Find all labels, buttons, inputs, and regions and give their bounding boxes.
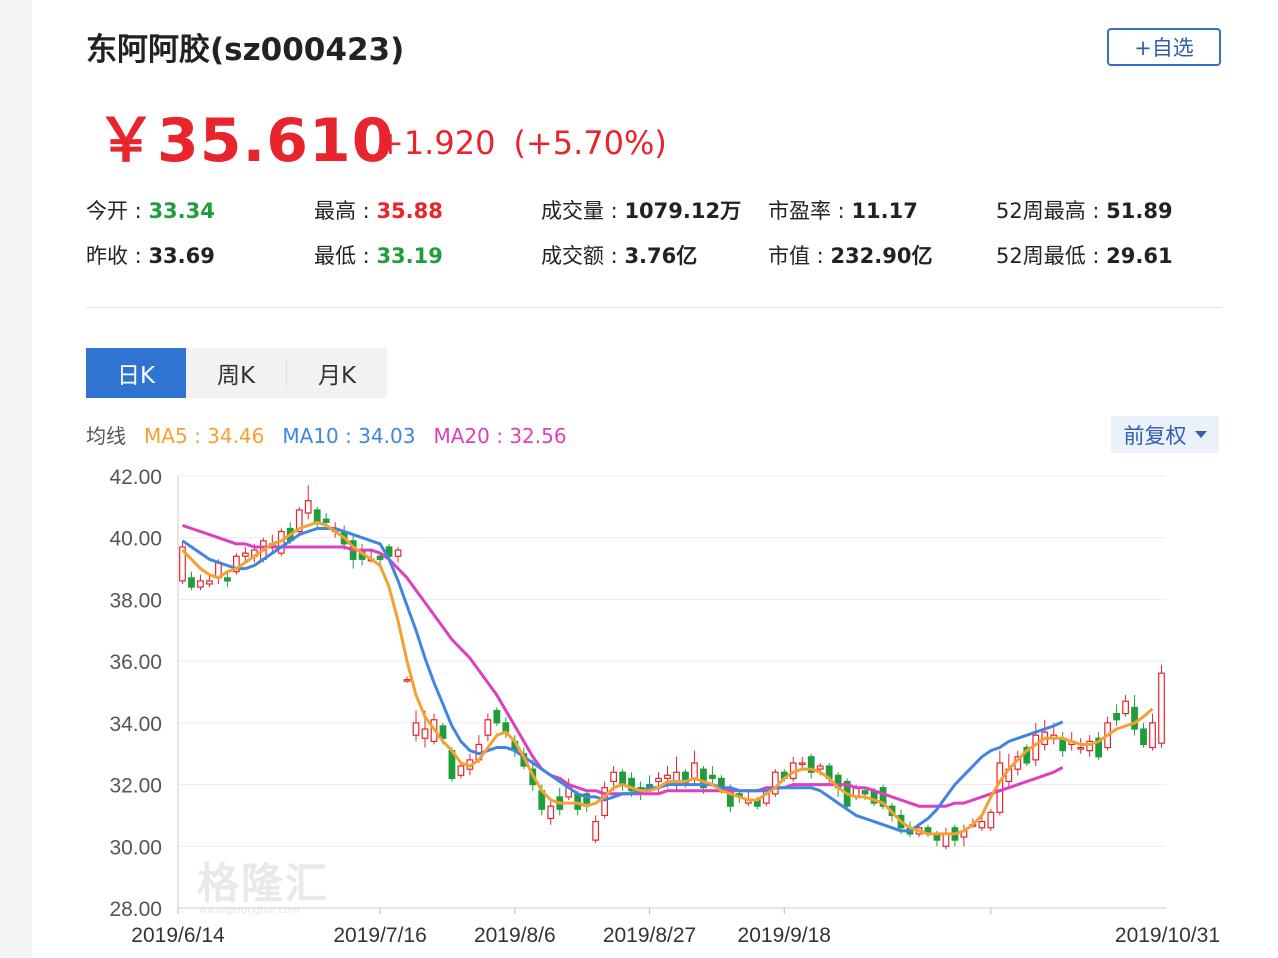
candle-body: [241, 552, 249, 557]
candle-body: [655, 777, 662, 783]
candle-body: [798, 762, 806, 766]
y-tick-label: 36.00: [109, 651, 162, 674]
candle-body: [1149, 722, 1156, 749]
candle-body: [709, 774, 716, 779]
y-tick-label: 34.00: [109, 713, 162, 736]
candle-body: [574, 793, 582, 810]
y-tick-label: 42.00: [109, 466, 162, 489]
candle-body: [313, 509, 321, 523]
y-tick-label: 32.00: [109, 775, 162, 798]
candle-body: [322, 518, 330, 523]
candle-body: [206, 580, 213, 585]
candle-body: [403, 679, 411, 682]
candle-body: [1077, 746, 1085, 750]
y-tick-label: 28.00: [109, 898, 162, 921]
candle-body: [197, 580, 204, 588]
candle-body: [493, 709, 501, 724]
ma20-line: [182, 523, 1064, 808]
candle-body: [610, 771, 618, 783]
x-tick-label: 2019/7/16: [333, 924, 426, 947]
y-tick-label: 38.00: [109, 589, 162, 612]
candle-body: [942, 833, 950, 847]
candle-body: [1122, 700, 1129, 715]
x-tick-label: 2019/8/6: [474, 924, 556, 947]
x-tick-label: 2019/6/14: [131, 924, 225, 947]
candle-body: [394, 549, 402, 557]
candle-body: [304, 500, 312, 514]
candle-body: [421, 728, 429, 739]
candle-body: [816, 765, 824, 770]
candle-body: [691, 762, 698, 780]
candle-body: [457, 765, 465, 776]
candle-body: [224, 577, 231, 582]
candle-body: [1113, 712, 1120, 721]
candle-body: [664, 774, 671, 779]
candle-body: [978, 820, 986, 829]
candle-body: [987, 811, 995, 829]
x-tick-label: 2019/9/18: [738, 924, 831, 947]
x-tick-label: 2019/10/31: [1115, 924, 1220, 947]
candle-body: [592, 820, 600, 841]
candle-body: [1158, 672, 1165, 744]
candle-body: [484, 719, 492, 736]
y-tick-label: 30.00: [109, 836, 162, 859]
candle-body: [619, 771, 626, 786]
candle-body: [188, 577, 195, 588]
candle-body: [1140, 728, 1147, 746]
x-tick-label: 2019/8/27: [603, 924, 696, 947]
candle-body: [1131, 706, 1138, 730]
candle-body: [376, 555, 384, 560]
candlestick-chart: 42.00 40.00 38.00 36.00 34.00 32.00 30.00 28.00…: [109, 466, 1220, 947]
candle-body: [412, 722, 420, 736]
candle-body: [547, 805, 555, 820]
y-tick-label: 40.00: [109, 528, 162, 551]
candle-body: [861, 790, 869, 795]
